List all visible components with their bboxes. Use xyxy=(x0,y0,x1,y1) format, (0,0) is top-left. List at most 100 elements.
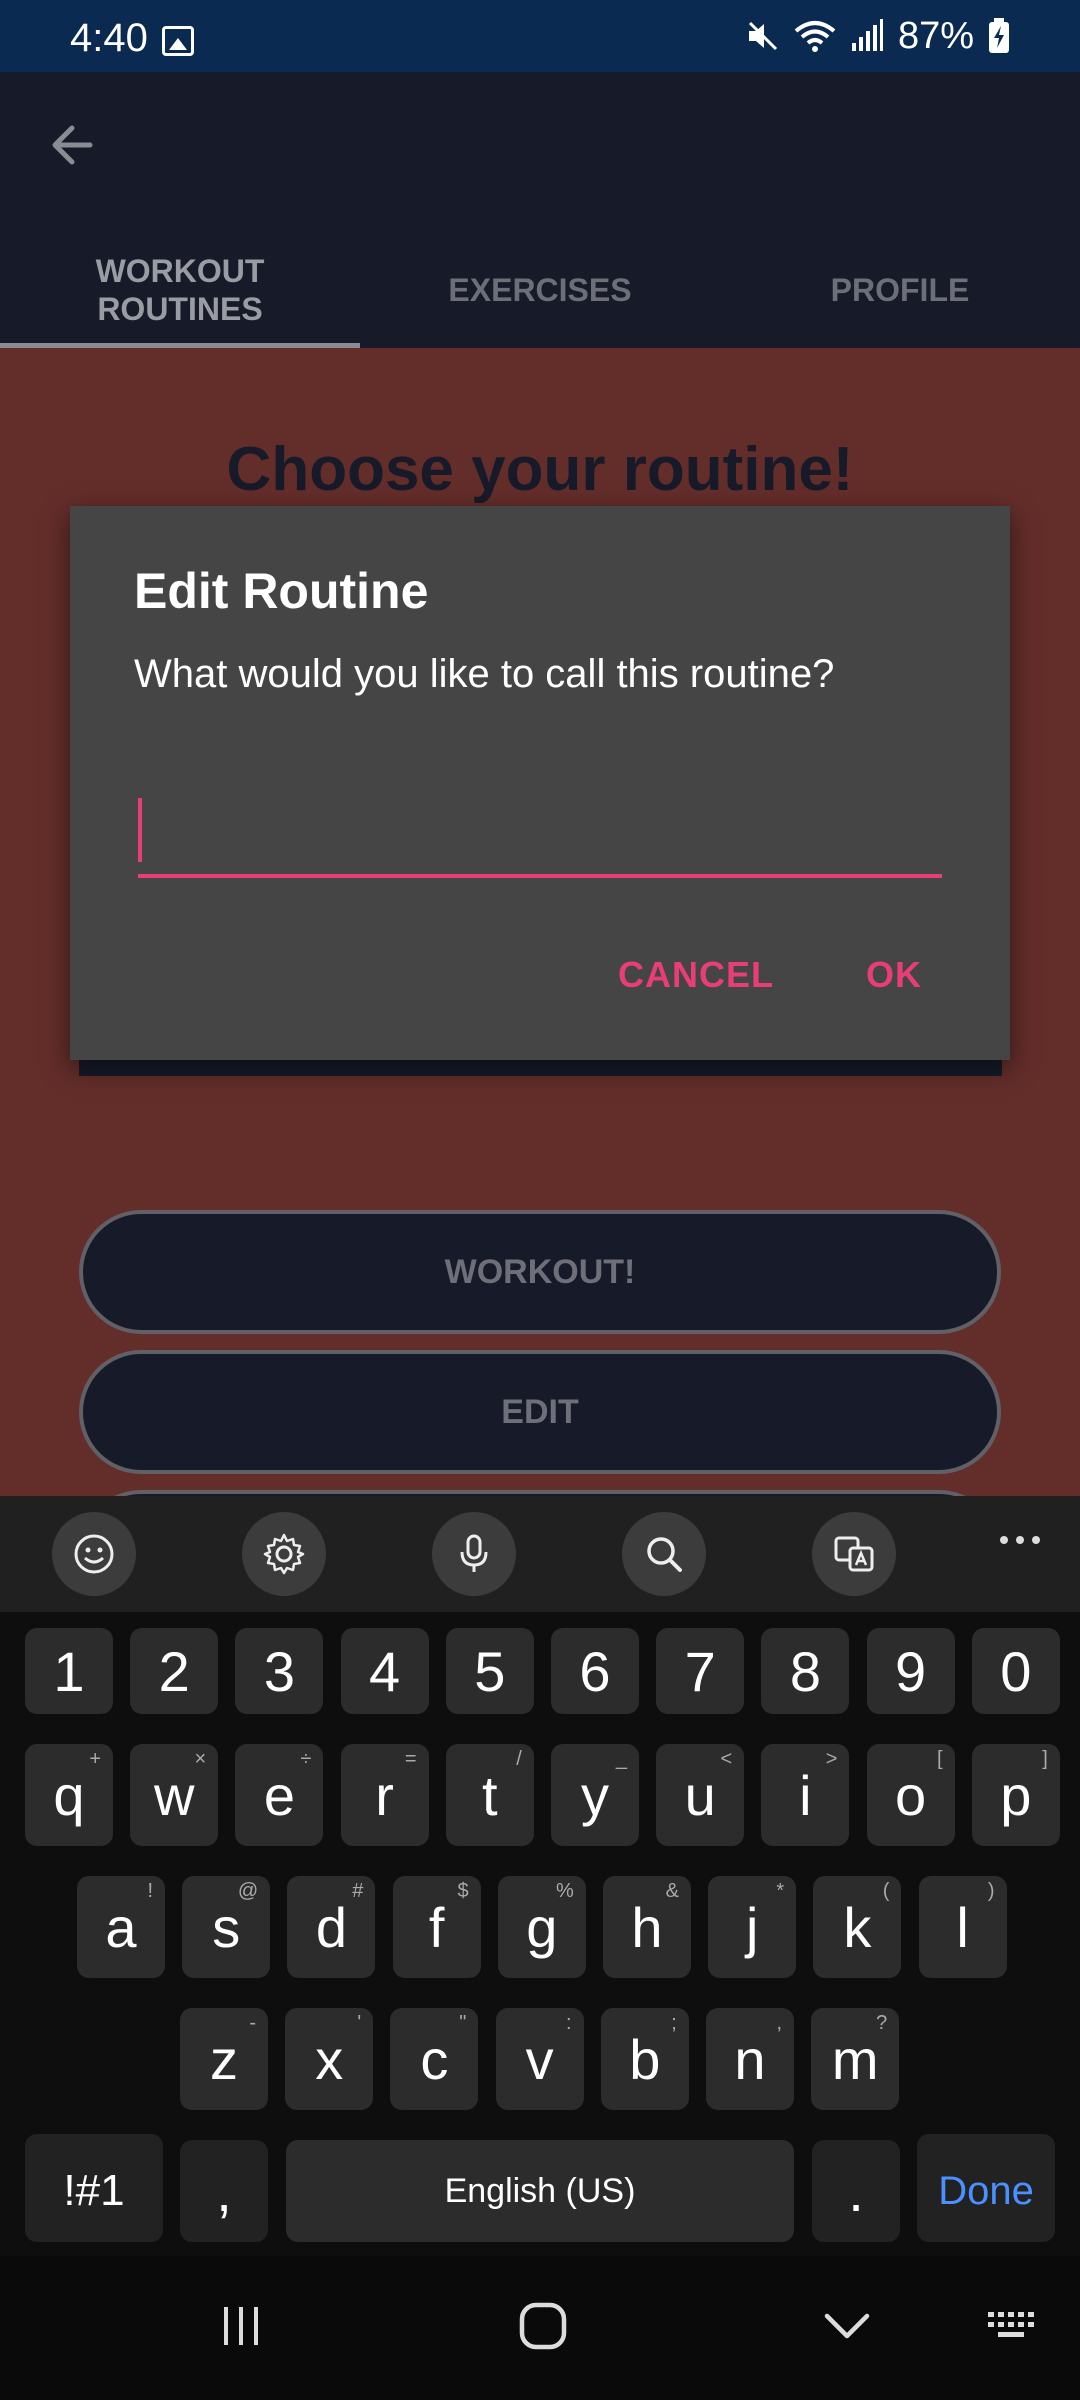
key-hint: [ xyxy=(937,1748,943,1770)
key-d[interactable]: d # xyxy=(287,1876,376,1978)
key-label: r xyxy=(375,1763,394,1827)
key-y[interactable]: y _ xyxy=(551,1744,639,1846)
key-label: i xyxy=(799,1763,812,1827)
key-1[interactable]: 1 xyxy=(25,1628,113,1714)
key-5[interactable]: 5 xyxy=(445,1628,534,1714)
tab-profile[interactable]: PROFILE xyxy=(720,232,1080,348)
home-button[interactable] xyxy=(508,2296,578,2356)
main-content: Choose your routine! WORKOUT! EDIT Edit … xyxy=(0,348,1080,1496)
key-label: o xyxy=(895,1763,927,1827)
key-label: 8 xyxy=(789,1639,821,1703)
key-hint: + xyxy=(89,1748,101,1770)
key-label: x xyxy=(315,2027,344,2091)
key-label: y xyxy=(581,1763,609,1827)
key-s[interactable]: s @ xyxy=(182,1876,271,1978)
recent-apps-button[interactable] xyxy=(206,2296,276,2356)
recent-apps-icon xyxy=(224,2307,258,2345)
comma-key[interactable]: , xyxy=(180,2140,268,2242)
wifi-icon xyxy=(794,21,836,52)
key-label: g xyxy=(526,1895,558,1959)
status-time: 4:40 xyxy=(70,16,148,60)
key-6[interactable]: 6 xyxy=(551,1628,639,1714)
status-bar: 4:40 87% xyxy=(0,0,1080,72)
key-v[interactable]: v: xyxy=(495,2008,584,2110)
page-title: Choose your routine! xyxy=(226,435,854,504)
search-button[interactable] xyxy=(622,1512,706,1596)
dialog-actions: CANCEL OK xyxy=(618,954,922,996)
key-0[interactable]: 0 xyxy=(971,1628,1060,1714)
key-label: e xyxy=(263,1763,295,1827)
key-m[interactable]: m? xyxy=(811,2008,900,2110)
key-hint: @ xyxy=(237,1880,259,1902)
key-f[interactable]: f $ xyxy=(392,1876,481,1978)
key-hint: ; xyxy=(671,2012,677,2034)
key-label: w xyxy=(153,1763,195,1827)
tab-workout-routines[interactable]: WORKOUT ROUTINES xyxy=(0,232,360,348)
key-hint: / xyxy=(516,1748,522,1770)
key-e[interactable]: e ÷ xyxy=(235,1744,324,1846)
key-label: v xyxy=(525,2027,554,2091)
key-hint: ? xyxy=(876,2012,888,2034)
key-u[interactable]: u < xyxy=(656,1744,745,1846)
key-w[interactable]: w × xyxy=(130,1744,219,1846)
key-r[interactable]: r = xyxy=(340,1744,429,1846)
key-label: f xyxy=(428,1895,445,1959)
key-p[interactable]: p] xyxy=(971,1744,1060,1846)
keyboard-settings-button[interactable] xyxy=(242,1512,326,1596)
key-label: t xyxy=(482,1763,498,1827)
voice-input-button[interactable] xyxy=(432,1512,516,1596)
key-3[interactable]: 3 xyxy=(235,1628,324,1714)
key-j[interactable]: j * xyxy=(708,1876,797,1978)
key-hint: : xyxy=(566,2012,572,2034)
key-b[interactable]: b; xyxy=(600,2008,689,2110)
key-8[interactable]: 8 xyxy=(761,1628,850,1714)
key-n[interactable]: n, xyxy=(706,2008,794,2110)
key-label: z xyxy=(210,2027,238,2091)
tab-exercises[interactable]: EXERCISES xyxy=(360,232,720,348)
routine-name-input[interactable] xyxy=(138,794,942,878)
key-i[interactable]: i > xyxy=(761,1744,850,1846)
cancel-button[interactable]: CANCEL xyxy=(618,954,774,996)
key-label: 5 xyxy=(474,1639,506,1703)
key-o[interactable]: o[ xyxy=(866,1744,955,1846)
symbols-key[interactable]: !#1 xyxy=(25,2140,163,2242)
key-label: b xyxy=(629,2027,661,2091)
key-h[interactable]: h & xyxy=(603,1876,691,1978)
key-4[interactable]: 4 xyxy=(340,1628,429,1714)
keyboard-toolbar xyxy=(0,1496,1080,1612)
dot xyxy=(1032,1536,1040,1544)
done-key[interactable]: Done xyxy=(917,2140,1055,2242)
key-label: 2 xyxy=(158,1639,190,1703)
key-2[interactable]: 2 xyxy=(130,1628,219,1714)
more-options-button[interactable] xyxy=(1000,1536,1040,1544)
ok-button[interactable]: OK xyxy=(866,954,922,996)
key-hint: & xyxy=(665,1880,679,1902)
key-g[interactable]: g% xyxy=(497,1876,586,1978)
key-a[interactable]: a! xyxy=(77,1876,165,1978)
key-q[interactable]: q + xyxy=(25,1744,113,1846)
key-label: 7 xyxy=(684,1639,716,1703)
key-k[interactable]: k( xyxy=(813,1876,902,1978)
key-hint: * xyxy=(776,1880,785,1902)
key-t[interactable]: t / xyxy=(445,1744,534,1846)
key-hint: ' xyxy=(357,2012,362,2034)
key-9[interactable]: 9 xyxy=(866,1628,955,1714)
key-label: 4 xyxy=(369,1639,401,1703)
key-x[interactable]: x ' xyxy=(285,2008,374,2110)
key-z[interactable]: z- xyxy=(180,2008,268,2110)
gear-icon xyxy=(263,1533,305,1575)
key-l[interactable]: l) xyxy=(918,1876,1007,1978)
back-button[interactable] xyxy=(40,112,106,178)
translate-button[interactable] xyxy=(812,1512,896,1596)
key-hint: , xyxy=(776,2012,782,2034)
hide-keyboard-button[interactable] xyxy=(812,2296,882,2356)
key-7[interactable]: 7 xyxy=(656,1628,745,1714)
key-c[interactable]: c " xyxy=(390,2008,479,2110)
keyboard-switch-button[interactable] xyxy=(984,2296,1044,2356)
edit-button[interactable]: EDIT xyxy=(79,1350,1001,1474)
key-hint: ! xyxy=(147,1880,153,1902)
emoji-button[interactable] xyxy=(52,1512,136,1596)
workout-button[interactable]: WORKOUT! xyxy=(79,1210,1001,1334)
space-key[interactable]: English (US) xyxy=(286,2140,794,2242)
period-key[interactable]: . xyxy=(812,2140,900,2242)
